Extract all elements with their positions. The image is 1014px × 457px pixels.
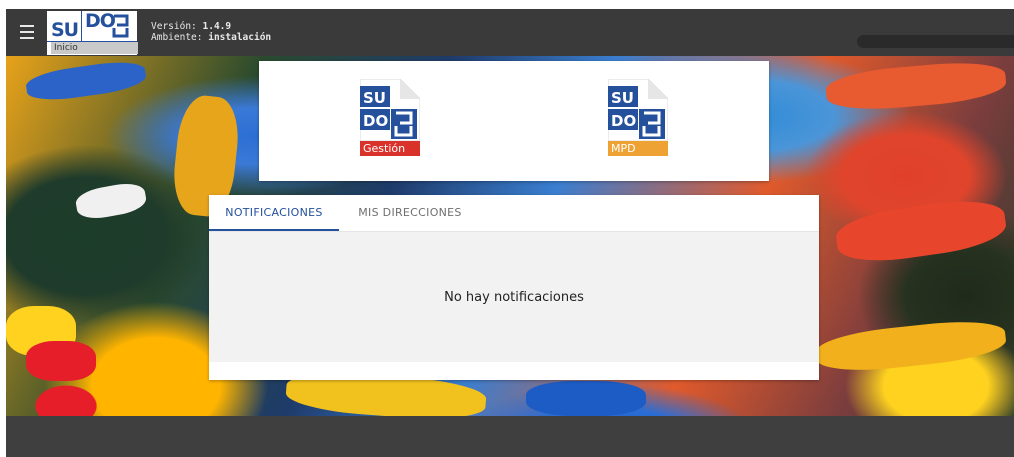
tab-my-addresses[interactable]: MIS DIRECCIONES (355, 195, 465, 231)
applications-card: SU DO Gestión SU DO MPD (259, 61, 769, 181)
app-mpd-do: DO (611, 112, 636, 130)
app-gestion-label: Gestión (360, 141, 420, 156)
app-mpd-su: SU (611, 89, 634, 107)
tab-notifications[interactable]: NOTIFICACIONES (209, 195, 339, 231)
notifications-card: NOTIFICACIONES MIS DIRECCIONES No hay no… (209, 195, 819, 380)
sudocu-logo[interactable]: SU DO Inicio (47, 10, 138, 55)
environment-label: Ambiente: (151, 32, 203, 43)
sudocu-mpd-logo: SU DO (608, 79, 668, 141)
user-menu[interactable] (857, 35, 1014, 48)
notifications-panel: No hay notificaciones (209, 232, 819, 362)
environment-value: instalación (208, 32, 272, 43)
app-mpd-tile[interactable]: SU DO MPD (608, 79, 668, 156)
hamburger-menu-icon[interactable] (20, 25, 34, 39)
footer-bar (6, 416, 1014, 457)
empty-notifications-message: No hay notificaciones (444, 289, 584, 305)
logo-su-text: SU (51, 19, 79, 41)
version-value: 1.4.9 (202, 21, 232, 32)
home-label[interactable]: Inicio (51, 42, 138, 54)
app-gestion-do: DO (363, 112, 388, 130)
top-bar: SU DO Inicio Versión: 1.4.9 Ambiente: in… (6, 9, 1014, 56)
app-mpd-label: MPD (608, 141, 668, 156)
app-gestion-su: SU (363, 89, 386, 107)
logo-cu-mark (112, 14, 129, 38)
version-label: Versión: (151, 21, 197, 32)
sudocu-gestion-logo: SU DO (360, 79, 420, 141)
version-info: Versión: 1.4.9 Ambiente: instalación (151, 21, 271, 43)
notifications-tabs: NOTIFICACIONES MIS DIRECCIONES (209, 195, 819, 232)
app-gestion-tile[interactable]: SU DO Gestión (360, 79, 420, 156)
